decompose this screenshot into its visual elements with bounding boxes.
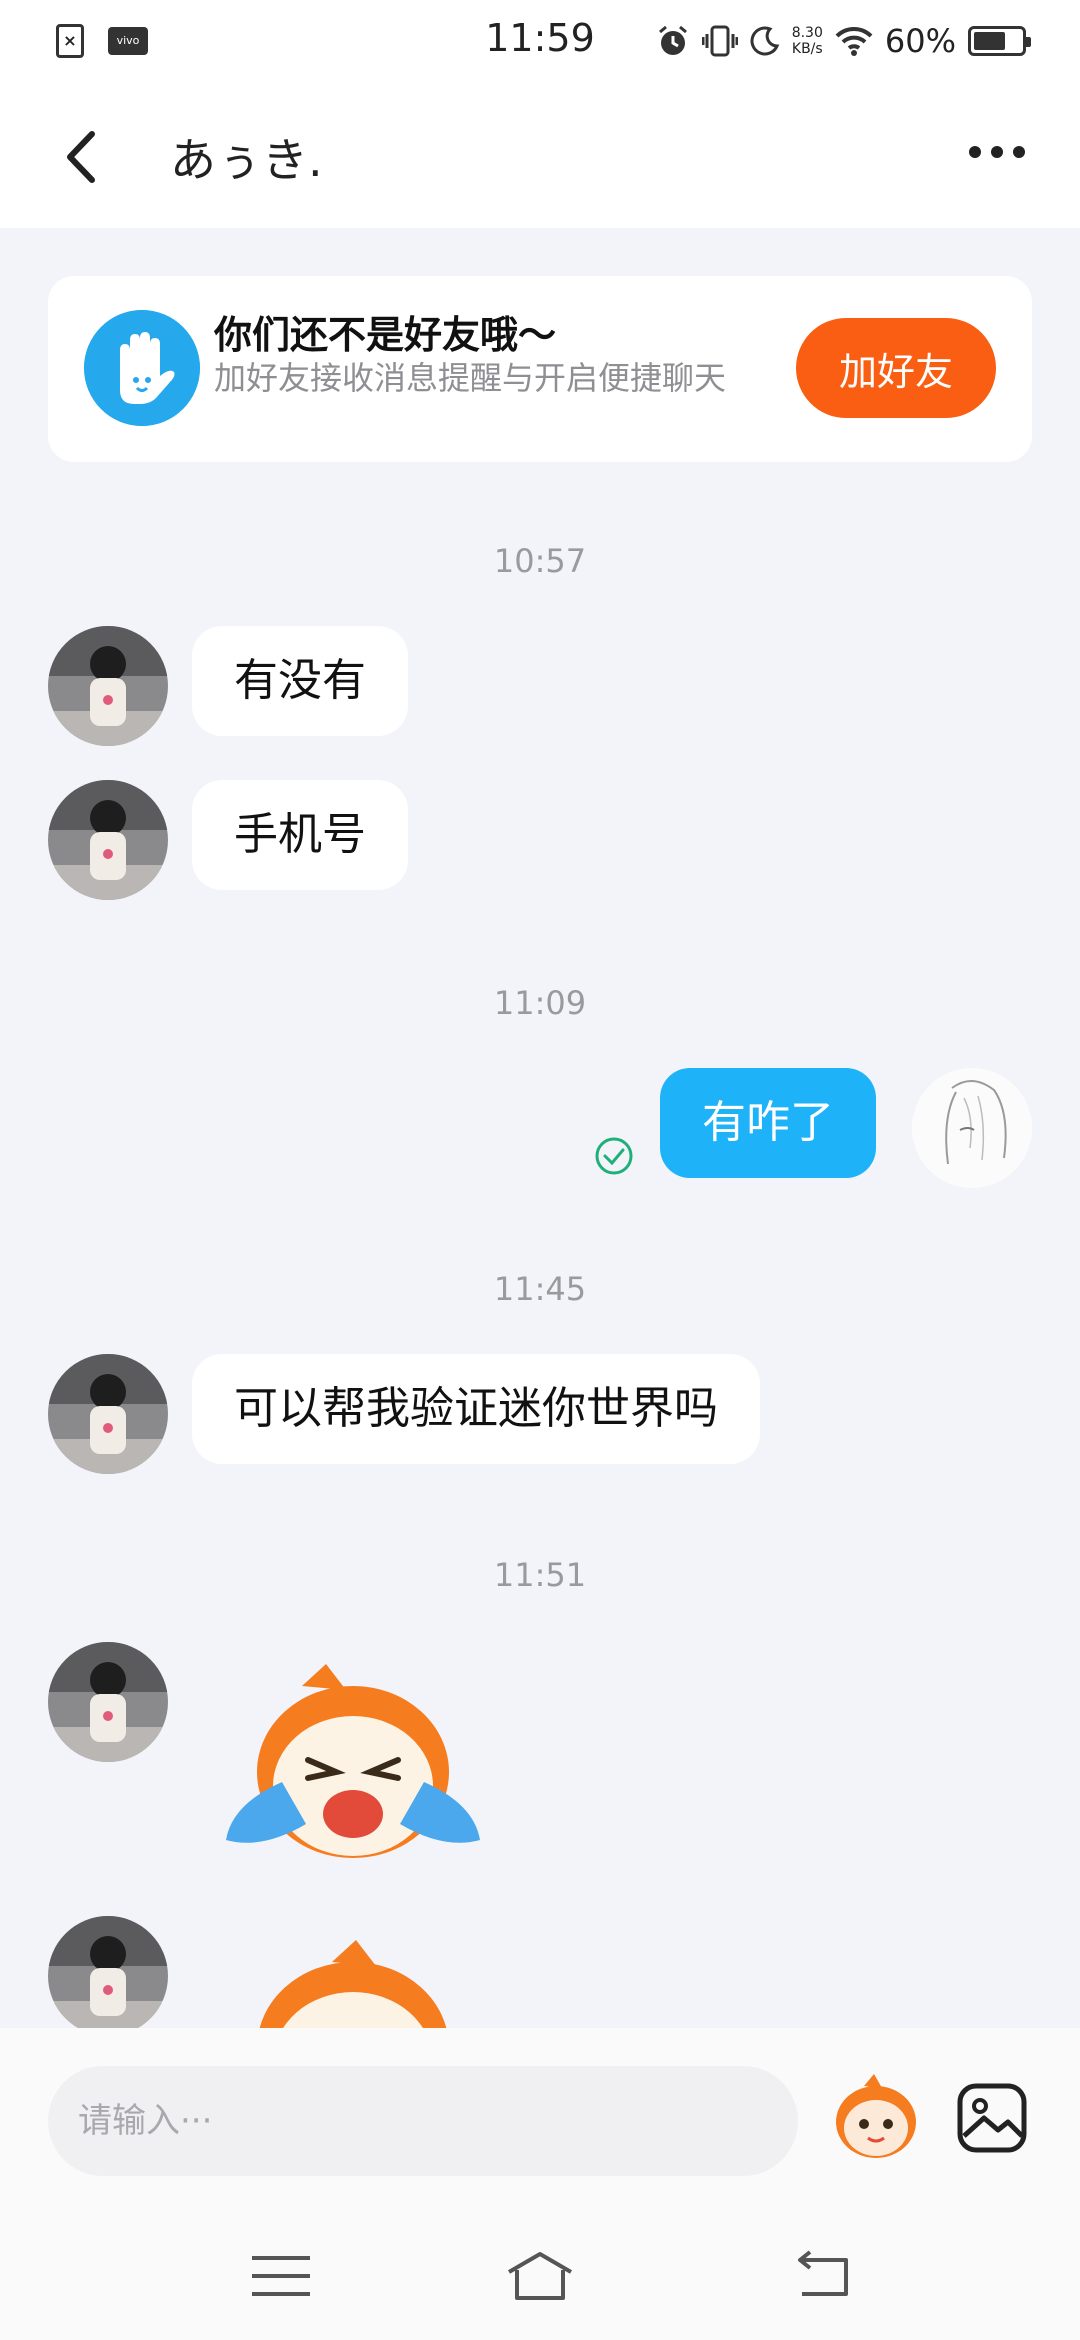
network-speed-value: 8.30: [791, 25, 823, 41]
alarm-icon: [658, 25, 687, 55]
my-avatar[interactable]: [912, 1068, 1032, 1188]
wifi-icon: [835, 26, 873, 56]
friend-card-title: 你们还不是好友哦～: [214, 313, 557, 357]
message-bubble-sent[interactable]: 有咋了: [660, 1068, 876, 1178]
timestamp: 11:51: [493, 1556, 587, 1594]
input-bar: [0, 2028, 1080, 2214]
contact-avatar[interactable]: [48, 626, 168, 746]
message-bubble-received[interactable]: 可以帮我验证迷你世界吗: [192, 1354, 760, 1464]
crying-sticker[interactable]: [222, 1664, 484, 1864]
system-navigation-bar: [0, 2214, 1080, 2340]
add-friend-button[interactable]: 加好友: [796, 318, 996, 418]
network-speed-unit: KB/s: [791, 41, 823, 57]
friend-request-card: 你们还不是好友哦～ 加好友接收消息提醒与开启便捷聊天 加好友: [48, 276, 1032, 462]
battery-icon: [968, 26, 1031, 56]
timestamp: 11:09: [493, 984, 587, 1022]
battery-percent: 60%: [884, 22, 956, 60]
battery-level: [974, 32, 1006, 50]
menu-icon[interactable]: [246, 2250, 316, 2302]
hand-wave-icon: [84, 310, 200, 426]
message-bubble-received[interactable]: 手机号: [192, 780, 408, 890]
message-bubble-received[interactable]: 有没有: [192, 626, 408, 736]
read-check-icon: [595, 1137, 633, 1175]
contact-avatar[interactable]: [48, 1354, 168, 1474]
contact-avatar[interactable]: [48, 1916, 168, 2036]
home-icon[interactable]: [505, 2250, 575, 2302]
sticker-icon[interactable]: [830, 2072, 922, 2164]
chat-title: あぅき.: [170, 133, 323, 187]
moon-icon: [750, 26, 779, 56]
back-nav-icon[interactable]: [790, 2250, 860, 2302]
contact-avatar[interactable]: [48, 780, 168, 900]
chat-header: あぅき.: [0, 84, 1080, 228]
network-speed: 8.30 KB/s: [792, 25, 823, 57]
status-bar: × vivo 11:59 8.30 KB/s 60%: [0, 0, 1080, 84]
contact-avatar[interactable]: [48, 1642, 168, 1762]
vibrate-icon: [701, 25, 738, 57]
timestamp: 11:45: [493, 1270, 587, 1308]
more-options-icon[interactable]: [962, 132, 1032, 172]
timestamp: 10:57: [493, 542, 587, 580]
crying-sticker[interactable]: [222, 1940, 484, 2028]
image-icon[interactable]: [956, 2082, 1028, 2154]
message-input[interactable]: [48, 2066, 798, 2176]
back-icon[interactable]: [50, 122, 110, 192]
friend-card-subtitle: 加好友接收消息提醒与开启便捷聊天: [214, 359, 727, 397]
